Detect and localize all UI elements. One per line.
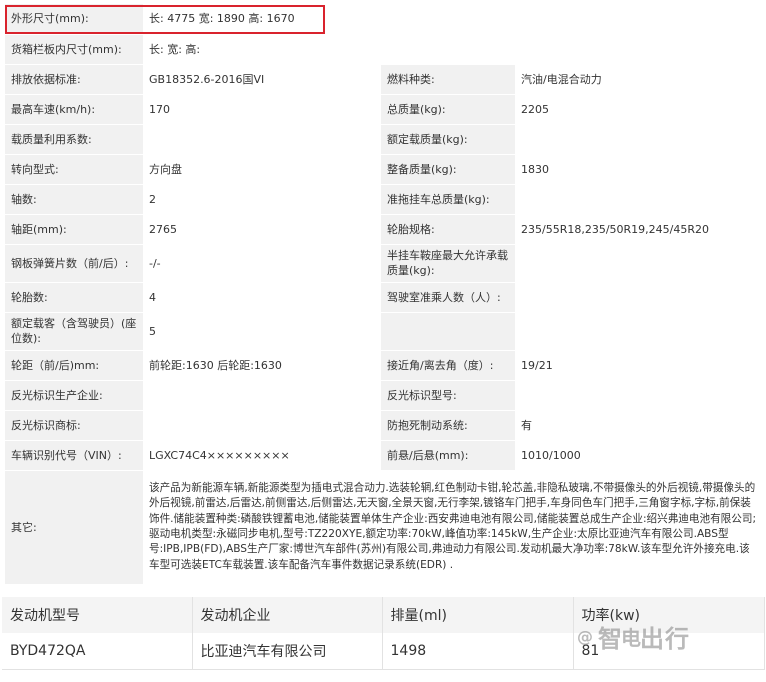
spec-key: 半挂车鞍座最大允许承载质量(kg): — [381, 244, 515, 283]
spec-key: 轴数: — [5, 184, 143, 215]
spec-key: 额定载质量(kg): — [381, 124, 515, 155]
spec-value: 5 — [143, 312, 381, 351]
watermark-text-b: 出行 — [640, 624, 690, 653]
spec-value: -/- — [143, 244, 381, 283]
spec-value: 方向盘 — [143, 154, 381, 185]
spec-value — [143, 124, 381, 155]
spec-row: 轮胎数: 4 驾驶室准乘人数（人）: — [5, 282, 765, 313]
watermark: @ 智 电 出行 — [577, 616, 757, 656]
engine-header-company: 发动机企业 — [192, 597, 383, 633]
spec-key: 最高车速(km/h): — [5, 94, 143, 125]
spec-value — [515, 124, 765, 155]
spec-value: 1830 — [515, 154, 765, 185]
spec-key: 车辆识别代号（VIN）: — [5, 440, 143, 471]
spec-key: 总质量(kg): — [381, 94, 515, 125]
spec-value — [143, 380, 381, 411]
spec-key: 前悬/后悬(mm): — [381, 440, 515, 471]
other-label: 其它: — [5, 470, 143, 585]
spec-row: 车辆识别代号（VIN）: LGXC74C4××××××××× 前悬/后悬(mm): 1… — [5, 440, 765, 471]
spec-value — [515, 312, 765, 351]
spec-value: 19/21 — [515, 350, 765, 381]
dimensions-label: 外形尺寸(mm): — [5, 4, 143, 35]
spec-key: 燃料种类: — [381, 64, 515, 95]
spec-row: 反光标识商标: 防抱死制动系统: 有 — [5, 410, 765, 441]
spec-value: 2 — [143, 184, 381, 215]
spec-key: 排放依据标准: — [5, 64, 143, 95]
spec-row: 载质量利用系数: 额定载质量(kg): — [5, 124, 765, 155]
spec-key: 准拖挂车总质量(kg): — [381, 184, 515, 215]
spec-key: 载质量利用系数: — [5, 124, 143, 155]
engine-header-model: 发动机型号 — [2, 597, 193, 633]
spec-key: 接近角/离去角（度）: — [381, 350, 515, 381]
spec-key: 转向型式: — [5, 154, 143, 185]
spec-key: 额定载客（含驾驶员）(座位数): — [5, 312, 143, 351]
spec-key: 反光标识生产企业: — [5, 380, 143, 411]
spec-key: 防抱死制动系统: — [381, 410, 515, 441]
spec-row: 额定载客（含驾驶员）(座位数): 5 — [5, 312, 765, 351]
watermark-brand: 智 电 出行 — [598, 619, 690, 654]
spec-value — [143, 410, 381, 441]
spec-row-dimensions: 外形尺寸(mm): 长: 4775 宽: 1890 高: 1670 — [5, 4, 765, 35]
spec-row: 转向型式: 方向盘 整备质量(kg): 1830 — [5, 154, 765, 185]
spec-value: GB18352.6-2016国VI — [143, 64, 381, 95]
spec-value: 汽油/电混合动力 — [515, 64, 765, 95]
watermark-bolt: 电 — [621, 625, 642, 650]
spec-key: 钢板弹簧片数（前/后）: — [5, 244, 143, 283]
spec-value — [515, 244, 765, 283]
spec-value: 235/55R18,235/50R19,245/45R20 — [515, 214, 765, 245]
spec-row: 轴数: 2 准拖挂车总质量(kg): — [5, 184, 765, 215]
spec-value — [515, 380, 765, 411]
spec-value: 前轮距:1630 后轮距:1630 — [143, 350, 381, 381]
spec-value — [515, 282, 765, 313]
spec-key: 反光标识型号: — [381, 380, 515, 411]
spec-key: 整备质量(kg): — [381, 154, 515, 185]
spec-key: 轮距（前/后)mm: — [5, 350, 143, 381]
cargo-label: 货箱栏板内尺寸(mm): — [5, 34, 143, 65]
weibo-icon: @ — [577, 626, 594, 646]
spec-row: 轴距(mm): 2765 轮胎规格: 235/55R18,235/50R19,245/… — [5, 214, 765, 245]
cargo-value: 长: 宽: 高: — [143, 34, 765, 65]
spec-row: 反光标识生产企业: 反光标识型号: — [5, 380, 765, 411]
other-value: 该产品为新能源车辆,新能源类型为插电式混合动力.选装轮辋,红色制动卡钳,轮芯盖,… — [143, 470, 765, 585]
spec-value: 170 — [143, 94, 381, 125]
spec-row: 排放依据标准: GB18352.6-2016国VI 燃料种类: 汽油/电混合动力 — [5, 64, 765, 95]
engine-displacement: 1498 — [382, 633, 574, 670]
spec-key — [381, 312, 515, 351]
dimensions-value: 长: 4775 宽: 1890 高: 1670 — [143, 4, 765, 35]
spec-key: 驾驶室准乘人数（人）: — [381, 282, 515, 313]
spec-key: 轮胎数: — [5, 282, 143, 313]
spec-key: 反光标识商标: — [5, 410, 143, 441]
engine-company: 比亚迪汽车有限公司 — [192, 633, 383, 670]
spec-value: 1010/1000 — [515, 440, 765, 471]
spec-key: 轴距(mm): — [5, 214, 143, 245]
spec-value: 4 — [143, 282, 381, 313]
spec-value: 2765 — [143, 214, 381, 245]
spec-value: LGXC74C4××××××××× — [143, 440, 381, 471]
spec-value — [515, 184, 765, 215]
spec-row: 钢板弹簧片数（前/后）: -/- 半挂车鞍座最大允许承载质量(kg): — [5, 244, 765, 283]
spec-value: 有 — [515, 410, 765, 441]
engine-header-displacement: 排量(ml) — [382, 597, 574, 633]
watermark-text-a: 智 — [598, 624, 623, 653]
spec-row-cargo: 货箱栏板内尺寸(mm): 长: 宽: 高: — [5, 34, 765, 65]
spec-row: 最高车速(km/h): 170 总质量(kg): 2205 — [5, 94, 765, 125]
spec-value: 2205 — [515, 94, 765, 125]
spec-table: 外形尺寸(mm): 长: 4775 宽: 1890 高: 1670 货箱栏板内尺… — [5, 4, 765, 585]
spec-key: 轮胎规格: — [381, 214, 515, 245]
engine-model: BYD472QA — [2, 633, 193, 670]
spec-row: 轮距（前/后)mm: 前轮距:1630 后轮距:1630 接近角/离去角（度）: 19… — [5, 350, 765, 381]
spec-row-other: 其它: 该产品为新能源车辆,新能源类型为插电式混合动力.选装轮辋,红色制动卡钳,… — [5, 470, 765, 585]
